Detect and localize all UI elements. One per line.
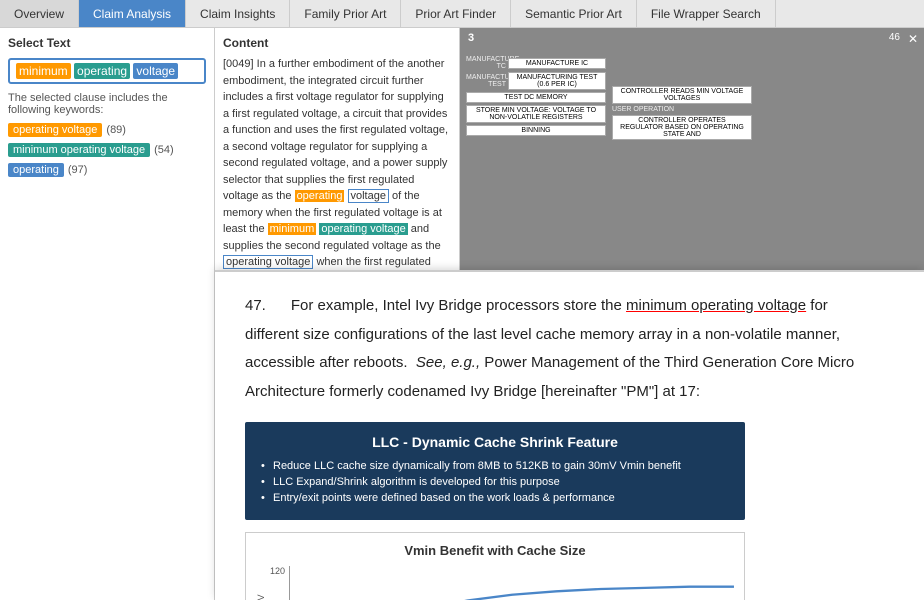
llc-title: LLC - Dynamic Cache Shrink Feature: [261, 434, 729, 450]
y-axis-values: 120 100: [270, 566, 285, 600]
llc-bullet-2: LLC Expand/Shrink algorithm is developed…: [261, 476, 729, 488]
underlined-phrase: minimum operating voltage: [626, 297, 806, 314]
selected-text-display[interactable]: minimum operating voltage: [8, 58, 206, 84]
tab-file-wrapper-search[interactable]: File Wrapper Search: [637, 0, 776, 27]
bottom-expanded-panel: 47. For example, Intel Ivy Bridge proces…: [215, 270, 924, 600]
select-text-title: Select Text: [8, 36, 206, 50]
top-navigation: Overview Claim Analysis Claim Insights F…: [0, 0, 924, 28]
tab-prior-art-finder[interactable]: Prior Art Finder: [401, 0, 511, 27]
tab-overview[interactable]: Overview: [0, 0, 79, 27]
flowchart-left: MANUFACTURE TC MANUFACTURE IC MANUFACTUR…: [466, 56, 606, 140]
chart-container: mV 120 100: [256, 566, 734, 600]
llc-bullet-1: Reduce LLC cache size dynamically from 8…: [261, 460, 729, 472]
keyword-item-3: operating (97): [8, 163, 87, 177]
vmin-chart-title: Vmin Benefit with Cache Size: [256, 543, 734, 558]
kw-operating: operating: [74, 63, 130, 79]
tab-family-prior-art[interactable]: Family Prior Art: [290, 0, 401, 27]
para-id: [0049]: [223, 58, 254, 70]
flow-box-binning: BINNING: [466, 125, 606, 136]
tab-claim-insights[interactable]: Claim Insights: [186, 0, 290, 27]
bottom-panel-text: 47. For example, Intel Ivy Bridge proces…: [245, 292, 885, 406]
llc-bullet-3: Entry/exit points were defined based on …: [261, 492, 729, 504]
flow-box-1: MANUFACTURE IC: [508, 58, 606, 69]
text-part-1: In a further embodiment of the another e…: [223, 58, 448, 202]
para-num: 47.: [245, 297, 266, 314]
highlight-voltage-1: voltage: [348, 189, 389, 203]
flow-row-1: MANUFACTURE TC MANUFACTURE IC: [466, 56, 606, 70]
keyword-badge-min-op-voltage: minimum operating voltage: [8, 143, 150, 157]
flowchart-area: MANUFACTURE TC MANUFACTURE IC MANUFACTUR…: [460, 50, 924, 146]
flow-box-store: STORE MIN VOLTAGE: VOLTAGE TO NON-VOLATI…: [466, 105, 606, 123]
keyword-count-3: (97): [68, 164, 88, 176]
flow-row-manufacturing: MANUFACTURING TEST MANUFACTURING TEST(0.…: [466, 72, 606, 90]
flow-user-op-label: USER OPERATION: [612, 106, 752, 113]
text-line-3: accessible after reboots. See, e.g., Pow…: [245, 354, 854, 371]
tab-claim-analysis[interactable]: Claim Analysis: [79, 0, 186, 27]
highlight-op-voltage-1: operating: [295, 190, 345, 202]
flow-box-controller-reads: CONTROLLER READS MIN VOLTAGE VOLTAGES: [612, 86, 752, 104]
content-title: Content: [223, 36, 451, 50]
keyword-item-2: minimum operating voltage (54): [8, 143, 174, 157]
llc-feature-box: LLC - Dynamic Cache Shrink Feature Reduc…: [245, 422, 745, 520]
vmin-chart: Vmin Benefit with Cache Size mV 120 100 …: [245, 532, 745, 600]
highlight-min-1: minimum: [268, 223, 317, 235]
keyword-list: operating voltage (89) minimum operating…: [8, 122, 206, 182]
tab-semantic-prior-art[interactable]: Semantic Prior Art: [511, 0, 637, 27]
keyword-count-2: (54): [154, 144, 174, 156]
close-button[interactable]: ✕: [908, 32, 918, 46]
kw-minimum: minimum: [16, 63, 71, 79]
chart-svg: [290, 566, 734, 600]
keyword-count-1: (89): [106, 124, 126, 136]
flow-label-1: MANUFACTURE TC: [466, 56, 506, 70]
kw-voltage: voltage: [133, 63, 178, 79]
text-before-underline: For example, Intel Ivy Bridge processors…: [291, 297, 626, 314]
keyword-item-1: operating voltage (89): [8, 123, 126, 137]
left-panel: Select Text minimum operating voltage Th…: [0, 28, 215, 600]
text-after-underline: for: [806, 297, 828, 314]
keyword-badge-operating-voltage: operating voltage: [8, 123, 102, 137]
flow-box-mfg: MANUFACTURING TEST(0.6 PER IC): [508, 72, 606, 90]
keywords-description: The selected clause includes the followi…: [8, 92, 206, 116]
y-axis-label: mV: [256, 566, 266, 600]
keyword-badge-operating: operating: [8, 163, 64, 177]
text-line-4: Architecture formerly codenamed Ivy Brid…: [245, 383, 700, 400]
see-eg: See, e.g.,: [416, 354, 480, 371]
page-number-badge: 3: [468, 32, 474, 44]
highlight-op-voltage-3: operating voltage: [223, 255, 313, 269]
flow-label-mfg: MANUFACTURING TEST: [466, 74, 506, 88]
page-number-2: 46: [889, 32, 900, 43]
flowchart-right: CONTROLLER READS MIN VOLTAGE VOLTAGES US…: [612, 56, 752, 140]
flow-box-controller-op: CONTROLLER OPERATES REGULATOR BASED ON O…: [612, 115, 752, 140]
chart-plot-area: [289, 566, 734, 600]
text-line-2: different size configurations of the las…: [245, 326, 840, 343]
y-label-120: 120: [270, 566, 285, 576]
highlight-op-voltage-2: operating voltage: [319, 223, 407, 235]
flow-box-test-dc: TEST DC MEMORY: [466, 92, 606, 103]
main-container: Select Text minimum operating voltage Th…: [0, 28, 924, 600]
